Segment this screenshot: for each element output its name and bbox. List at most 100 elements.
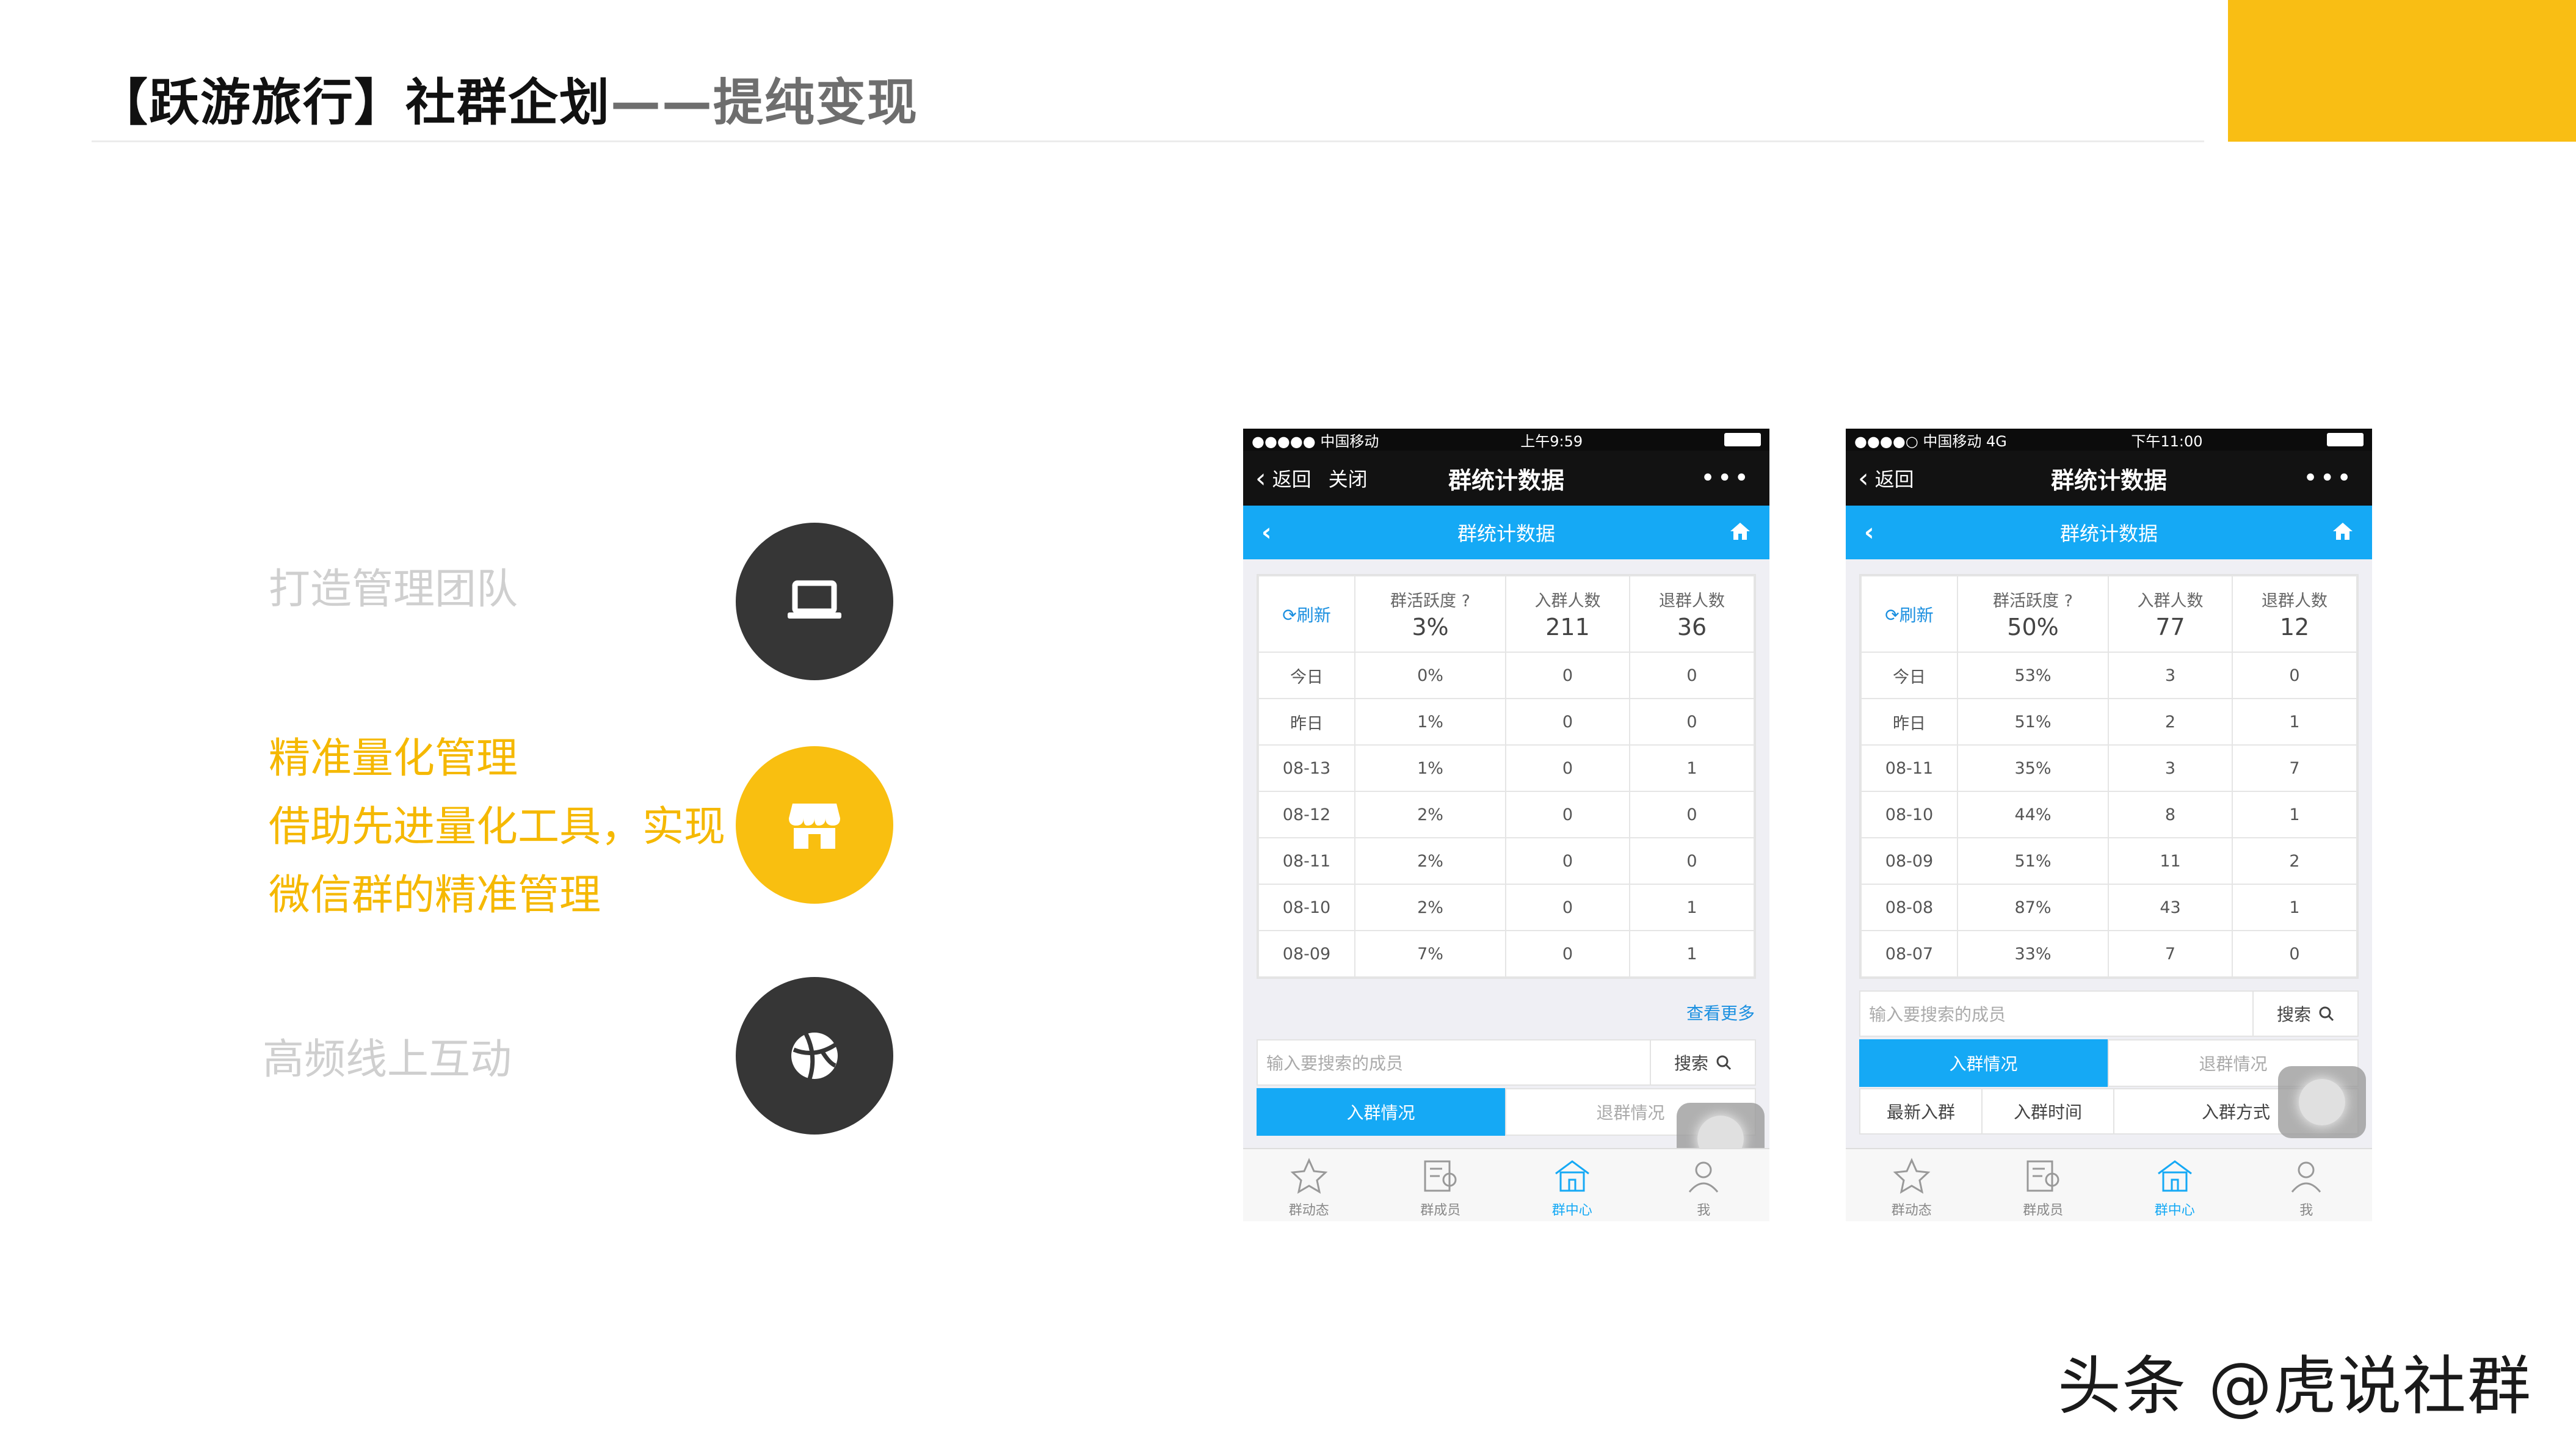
tab-me[interactable]: 我 [2241,1149,2373,1221]
table-row: 08-09 51% 11 2 [1860,837,2357,885]
battery-icon [1724,433,1761,446]
battery-icon [2326,433,2364,446]
table-row: 08-08 87% 43 1 [1860,884,2357,931]
back-arrow-icon[interactable]: ‹ [1261,518,1271,547]
tab-group-members[interactable]: 群成员 [1375,1149,1507,1221]
star-icon [1290,1158,1328,1194]
more-menu-button[interactable]: ••• [2303,464,2354,492]
refresh-button[interactable]: ⟳刷新 [1258,575,1355,653]
table-row: 08-12 2% 0 0 [1258,791,1755,838]
nav-title: 群统计数据 [2050,467,2167,494]
star-icon [1893,1158,1931,1194]
table-row: 昨日 1% 0 0 [1258,698,1755,746]
search-button[interactable]: 搜索 [1651,1040,1755,1084]
status-bar: ●●●●○ 中国移动 4G 下午11:00 [1846,429,2372,451]
table-row: 08-10 44% 8 1 [1860,791,2357,838]
nav-bar: ‹ 返回 群统计数据 ••• [1846,451,2372,506]
back-button[interactable]: 返回 [1875,464,1914,492]
search-icon [2319,1006,2334,1022]
group-home-icon [2157,1160,2192,1192]
feature-quant-line-1: 精准量化管理 [269,735,518,783]
slide-title: 【跃游旅行】社群企划 ——提纯变现 [98,61,918,134]
sub-nav-title: 群统计数据 [2059,522,2158,545]
view-more-link[interactable]: 查看更多 [1686,1000,1755,1025]
stats-header-row: ⟳刷新 群活跃度 ? 50% 入群人数 77 退群人数 12 [1860,575,2357,653]
tab-group-center[interactable]: 群中心 [1506,1149,1638,1221]
feature-quant-circle [736,746,893,904]
leave-count-header: 退群人数 36 [1629,575,1755,653]
table-row: 今日 53% 3 0 [1860,652,2357,699]
phone-screenshot-2: ●●●●○ 中国移动 4G 下午11:00 ‹ 返回 群统计数据 ••• ‹ 群… [1846,429,2372,1221]
sub-nav-bar: ‹ 群统计数据 [1243,506,1769,559]
chevron-left-icon[interactable]: ‹ [1858,463,1869,494]
tab-group-center[interactable]: 群中心 [2109,1149,2241,1221]
active-rate-header: 群活跃度 ? 50% [1957,575,2109,653]
corner-accent-block [2228,0,2576,142]
table-row: 08-09 7% 0 1 [1258,930,1755,978]
back-button[interactable]: 返回 [1272,464,1312,492]
table-row: 今日 0% 0 0 [1258,652,1755,699]
table-row: 08-07 33% 7 0 [1860,930,2357,978]
feature-team-line: 打造管理团队 [269,565,518,614]
tab-me[interactable]: 我 [1638,1149,1770,1221]
feature-interact-line: 高频线上互动 [263,1036,512,1084]
table-row: 08-10 2% 0 1 [1258,884,1755,931]
help-icon[interactable]: ? [2064,592,2073,611]
feature-quant-text: 精准量化管理 借助先进量化工具，实现 微信群的精准管理 [269,725,725,930]
join-count-header: 入群人数 77 [2108,575,2233,653]
status-time: 下午11:00 [2131,432,2203,450]
feature-team-text: 打造管理团队 [269,556,518,624]
member-search-input[interactable]: 输入要搜索的成员 [1860,992,2254,1036]
laptop-icon [788,580,841,619]
tab-group-feed[interactable]: 群动态 [1846,1149,1978,1221]
home-icon[interactable] [1729,521,1751,543]
search-button[interactable]: 搜索 [2254,992,2357,1036]
leave-count-header: 退群人数 12 [2232,575,2357,653]
slide-title-sub: ——提纯变现 [611,73,919,132]
sort-latest-join[interactable]: 最新入群 [1860,1089,1983,1133]
slide-title-main: 【跃游旅行】社群企划 [98,73,611,132]
home-icon[interactable] [2332,521,2354,543]
person-icon [1689,1161,1719,1193]
carrier-text: ●●●●● 中国移动 [1252,432,1379,450]
tab-group-members[interactable]: 群成员 [1978,1149,2110,1221]
member-search-input[interactable]: 输入要搜索的成员 [1258,1040,1651,1084]
member-search: 输入要搜索的成员 搜索 [1859,990,2359,1037]
sort-join-time[interactable]: 入群时间 [1983,1089,2114,1133]
stats-header-row: ⟳刷新 群活跃度 ? 3% 入群人数 211 退群人数 36 [1258,575,1755,653]
refresh-button[interactable]: ⟳刷新 [1860,575,1958,653]
active-rate-header: 群活跃度 ? 3% [1354,575,1506,653]
status-bar: ●●●●● 中国移动 上午9:59 [1243,429,1769,451]
group-home-icon [1555,1160,1589,1192]
tab-group-feed[interactable]: 群动态 [1243,1149,1375,1221]
floating-assistive-button[interactable] [2278,1066,2366,1138]
store-icon [789,804,840,849]
person-icon [2291,1161,2321,1193]
back-arrow-icon[interactable]: ‹ [1864,518,1874,547]
stats-table: ⟳刷新 群活跃度 ? 50% 入群人数 77 退群人数 12 今日 53% 3 0 昨… [1859,574,2359,979]
close-button[interactable]: 关闭 [1329,464,1368,492]
tab-join[interactable]: 入群情况 [1859,1039,2108,1087]
table-row: 08-11 35% 3 7 [1860,744,2357,792]
join-count-header: 入群人数 211 [1505,575,1630,653]
nav-bar: ‹ 返回 关闭 群统计数据 ••• [1243,451,1769,506]
members-icon [1424,1160,1457,1192]
table-row: 08-11 2% 0 0 [1258,837,1755,885]
watermark-text: 头条 @虎说社群 [2058,1349,2533,1423]
table-row: 昨日 51% 2 1 [1860,698,2357,746]
member-search: 输入要搜索的成员 搜索 [1257,1039,1756,1086]
members-icon [2026,1160,2059,1192]
stats-table: ⟳刷新 群活跃度 ? 3% 入群人数 211 退群人数 36 今日 0% 0 0 昨日… [1257,574,1756,979]
bottom-tab-bar: 群动态 群成员 群中心 我 [1846,1148,2372,1221]
sub-nav-title: 群统计数据 [1457,522,1555,545]
help-icon[interactable]: ? [1462,592,1470,611]
phone-screenshot-1: ●●●●● 中国移动 上午9:59 ‹ 返回 关闭 群统计数据 ••• ‹ 群统… [1243,429,1769,1221]
sub-nav-bar: ‹ 群统计数据 [1846,506,2372,559]
carrier-text: ●●●●○ 中国移动 4G [1854,432,2007,450]
feature-quant-line-2: 借助先进量化工具，实现 [269,803,726,851]
tab-join[interactable]: 入群情况 [1257,1088,1505,1136]
search-icon [1716,1055,1732,1070]
ball-icon [791,1033,838,1080]
more-menu-button[interactable]: ••• [1700,464,1751,492]
chevron-left-icon[interactable]: ‹ [1255,463,1266,494]
